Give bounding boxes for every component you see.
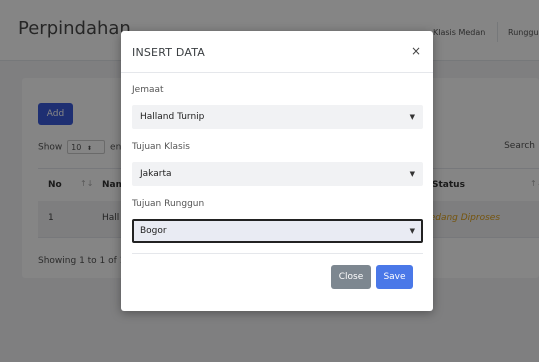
tujuan-klasis-value: Jakarta [140, 169, 172, 179]
modal-footer-divider [132, 253, 423, 254]
chevron-down-icon: ▼ [409, 227, 415, 235]
jemaat-value: Halland Turnip [140, 112, 205, 122]
tujuan-runggun-select[interactable]: Bogor ▼ [132, 219, 423, 243]
jemaat-select[interactable]: Halland Turnip ▼ [132, 105, 423, 129]
tujuan-klasis-label: Tujuan Klasis [132, 142, 190, 152]
modal-title: INSERT DATA [132, 46, 206, 59]
close-button[interactable]: Close [331, 265, 371, 289]
modal-header-divider [121, 72, 433, 73]
tujuan-klasis-select[interactable]: Jakarta ▼ [132, 162, 423, 186]
close-icon[interactable]: × [411, 44, 421, 58]
tujuan-runggun-value: Bogor [140, 226, 167, 236]
chevron-down-icon: ▼ [409, 170, 415, 178]
jemaat-label: Jemaat [132, 85, 164, 95]
save-button[interactable]: Save [376, 265, 413, 289]
tujuan-runggun-label: Tujuan Runggun [132, 199, 205, 209]
insert-data-modal: INSERT DATA × Jemaat Halland Turnip ▼ Tu… [121, 31, 433, 311]
chevron-down-icon: ▼ [409, 113, 415, 121]
